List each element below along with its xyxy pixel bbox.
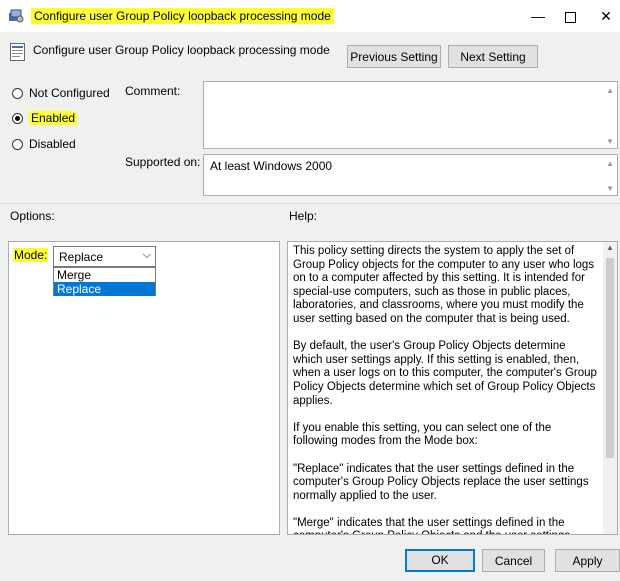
scroll-down-icon: ▼ xyxy=(606,184,614,193)
help-scrollbar[interactable]: ▲ xyxy=(603,242,617,534)
scroll-up-icon: ▲ xyxy=(606,86,614,95)
mode-option-replace[interactable]: Replace xyxy=(54,282,155,296)
help-paragraph: "Replace" indicates that the user settin… xyxy=(293,462,589,502)
scroll-up-icon: ▲ xyxy=(606,243,614,252)
policy-setting-icon xyxy=(10,43,25,61)
radio-label: Enabled xyxy=(29,111,78,125)
radio-circle xyxy=(12,139,23,150)
radio-label: Disabled xyxy=(29,137,76,151)
scroll-down-icon: ▼ xyxy=(606,137,614,146)
close-button[interactable]: ✕ xyxy=(584,2,620,30)
group-policy-icon xyxy=(8,9,24,23)
ok-button[interactable]: OK xyxy=(405,549,475,572)
setting-name: Configure user Group Policy loopback pro… xyxy=(33,43,330,57)
radio-selected-dot xyxy=(15,116,20,121)
chevron-down-icon: ⌵ xyxy=(142,249,151,261)
comment-label: Comment: xyxy=(125,84,181,98)
help-paragraph: If you enable this setting, you can sele… xyxy=(293,421,552,448)
previous-setting-button[interactable]: Previous Setting xyxy=(347,45,441,68)
apply-button[interactable]: Apply xyxy=(555,549,620,572)
help-paragraph: "Merge" indicates that the user settings… xyxy=(293,516,570,534)
options-pane: Mode: Replace ⌵ Merge Replace xyxy=(8,241,280,535)
help-text: This policy setting directs the system t… xyxy=(293,245,598,534)
mode-label: Mode: xyxy=(13,248,49,262)
help-pane: This policy setting directs the system t… xyxy=(287,241,618,535)
help-heading: Help: xyxy=(289,209,318,223)
supported-on-field: At least Windows 2000 ▲ ▼ xyxy=(203,154,618,196)
cancel-button[interactable]: Cancel xyxy=(482,549,545,572)
window-title: Configure user Group Policy loopback pro… xyxy=(31,8,334,24)
mode-dropdown-list: Merge Replace xyxy=(53,267,156,296)
radio-circle xyxy=(12,88,23,99)
mode-selected-value: Replace xyxy=(59,250,104,264)
help-paragraph: This policy setting directs the system t… xyxy=(293,245,595,325)
radio-circle xyxy=(12,113,23,124)
divider xyxy=(0,203,620,204)
help-paragraph: By default, the user's Group Policy Obje… xyxy=(293,340,597,407)
comment-input[interactable]: ▲ ▼ xyxy=(203,81,618,149)
mode-select[interactable]: Replace ⌵ xyxy=(53,246,156,267)
scrollbar-thumb[interactable] xyxy=(606,258,614,458)
mode-option-merge[interactable]: Merge xyxy=(54,268,155,282)
scroll-up-icon: ▲ xyxy=(606,159,614,168)
maximize-icon xyxy=(564,11,576,23)
radio-label: Not Configured xyxy=(29,86,110,100)
policy-dialog: Configure user Group Policy loopback pro… xyxy=(0,0,620,581)
options-heading: Options: xyxy=(10,209,55,223)
next-setting-button[interactable]: Next Setting xyxy=(448,45,538,68)
supported-on-value: At least Windows 2000 xyxy=(210,159,333,173)
comment-scrollbar[interactable]: ▲ ▼ xyxy=(603,82,617,148)
supported-scrollbar[interactable]: ▲ ▼ xyxy=(603,155,617,195)
supported-on-label: Supported on: xyxy=(125,155,201,169)
title-bar: Configure user Group Policy loopback pro… xyxy=(0,0,620,32)
